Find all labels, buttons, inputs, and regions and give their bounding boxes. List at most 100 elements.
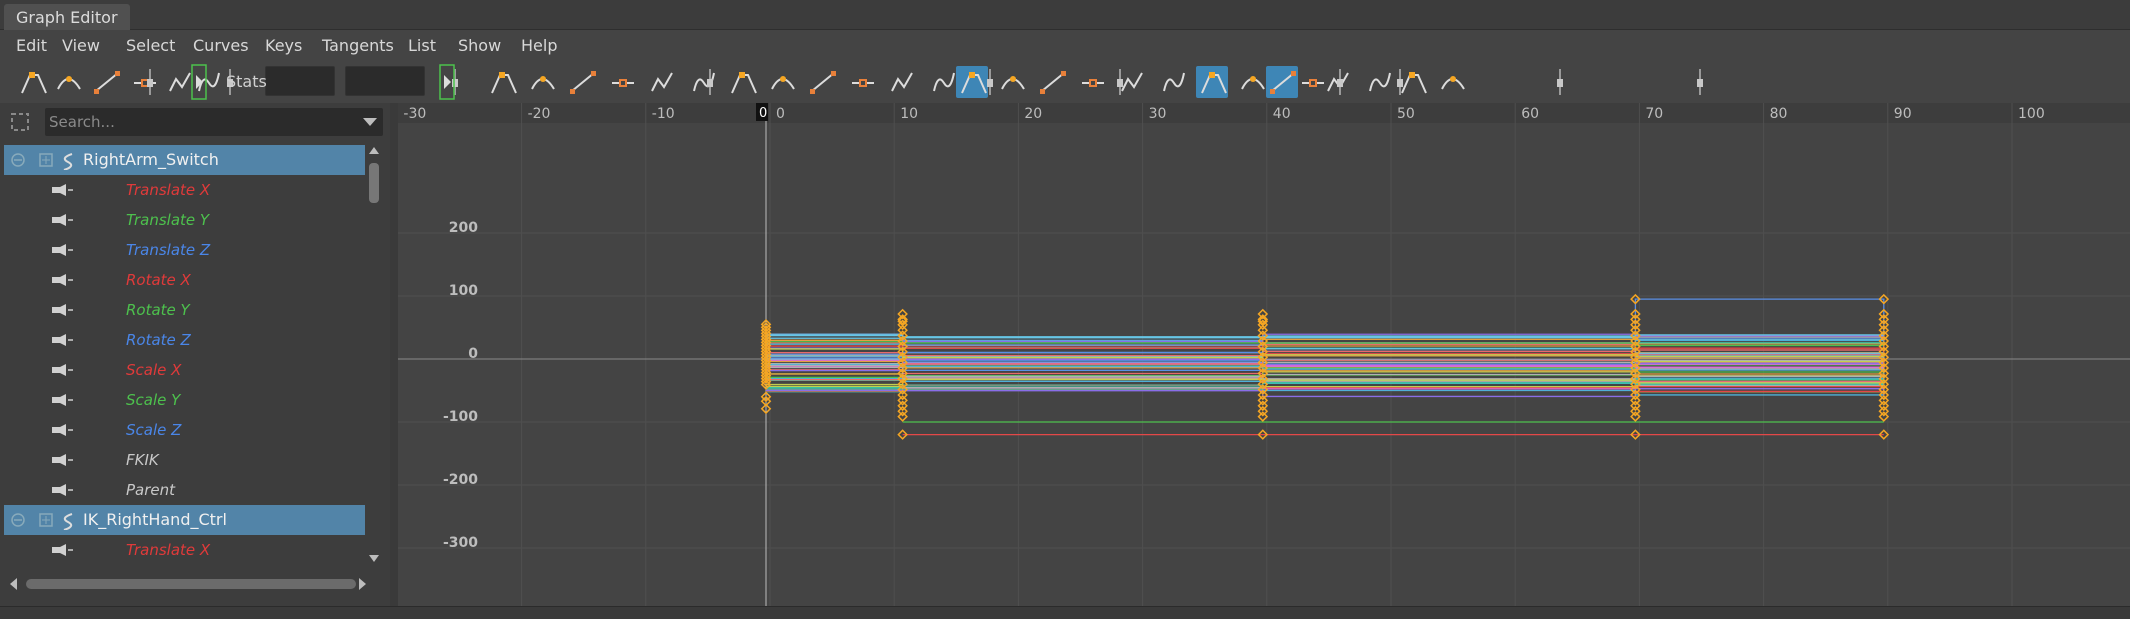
outliner-node[interactable]: IK_RightHand_Ctrl <box>4 505 365 535</box>
row-label: Scale X <box>126 361 182 379</box>
menu-edit[interactable]: Edit <box>16 36 47 55</box>
step-tangent-icon[interactable] <box>810 71 836 94</box>
menu-curves[interactable]: Curves <box>193 36 249 55</box>
row-label: Translate Z <box>126 241 211 259</box>
filter-icon[interactable] <box>8 110 34 134</box>
speaker-icon <box>52 364 73 376</box>
stats-label: Stats <box>226 72 267 91</box>
panel-splitter[interactable] <box>390 103 398 606</box>
move-nearest-picked-key-icon[interactable] <box>21 72 47 94</box>
denormalize-icon[interactable] <box>1302 79 1324 87</box>
menu-select[interactable]: Select <box>126 36 175 55</box>
frame-tick-label: 50 <box>1397 106 1415 122</box>
center-current-time-icon[interactable] <box>570 71 596 94</box>
value-tick-label: -200 <box>443 472 478 488</box>
retime-tool-icon[interactable] <box>169 72 191 92</box>
menu-list[interactable]: List <box>408 36 436 55</box>
frame-tick-label: 30 <box>1149 106 1167 122</box>
time-snap-icon[interactable] <box>1196 66 1228 98</box>
frame-all-icon[interactable] <box>491 72 517 94</box>
toolbar-separator <box>1337 69 1343 95</box>
frame-tick-label: 10 <box>900 106 918 122</box>
post-infinity-cycle-icon[interactable] <box>1369 72 1391 92</box>
chevron-down-icon[interactable] <box>363 118 377 128</box>
lattice-deform-keys-icon[interactable] <box>94 71 120 94</box>
play-toggle-icon[interactable] <box>191 64 207 100</box>
outliner-attribute[interactable]: FKIK <box>4 445 365 475</box>
tab-graph-editor[interactable]: Graph Editor <box>4 4 130 30</box>
frame-tick-label: -10 <box>652 106 675 122</box>
menu-bar: Edit View Select Curves Keys Tangents List Show… <box>0 31 2130 61</box>
play-toggle-icon[interactable] <box>439 64 455 100</box>
outliner-attribute[interactable]: Translate Z <box>4 235 365 265</box>
outliner-attribute[interactable]: Rotate Y <box>4 295 365 325</box>
auto-tangent-icon[interactable] <box>612 79 634 87</box>
insert-key-icon[interactable] <box>57 76 81 90</box>
curve-graph[interactable]: -30 -20 -10 0 10 20 30 40 50 60 70 80 90 1002001000-1… <box>396 103 2130 606</box>
outliner-attribute[interactable]: Translate X <box>4 535 365 565</box>
toolbar-separator <box>707 69 713 95</box>
value-snap-icon[interactable] <box>1241 76 1265 90</box>
normalize-icon[interactable] <box>1266 66 1298 98</box>
value-tick-label: -100 <box>443 409 478 425</box>
row-label: Translate X <box>126 181 211 199</box>
speaker-icon <box>52 214 73 226</box>
frame-tick-label: 80 <box>1770 106 1788 122</box>
menu-help[interactable]: Help <box>521 36 557 55</box>
speaker-icon <box>52 274 73 286</box>
outliner-vertical-scrollbar[interactable] <box>368 145 380 565</box>
unify-tangents-icon[interactable] <box>1082 79 1104 87</box>
spline-tangent-icon[interactable] <box>651 72 673 92</box>
stats-field-2[interactable] <box>345 66 425 96</box>
outliner-attribute[interactable]: Rotate X <box>4 265 365 295</box>
lock-tangent-weight-icon[interactable] <box>1163 72 1185 92</box>
search-placeholder: Search... <box>49 113 115 131</box>
buffer-curve-snapshot-icon[interactable] <box>956 66 988 98</box>
outliner-attribute[interactable]: Translate X <box>4 175 365 205</box>
row-label: RightArm_Switch <box>83 150 219 169</box>
row-label: Rotate Y <box>126 301 190 319</box>
search-input[interactable]: Search... <box>45 108 383 136</box>
out-tangent-icon[interactable] <box>933 72 955 92</box>
graph-view[interactable]: -30 -20 -10 0 10 20 30 40 50 60 70 80 90 100 200 100 0 -1… <box>396 103 2130 606</box>
stats-field-1[interactable] <box>265 66 335 96</box>
speaker-icon <box>52 244 73 256</box>
plateau-tangent-icon[interactable] <box>852 79 874 87</box>
menu-keys[interactable]: Keys <box>265 36 302 55</box>
row-label: Translate X <box>126 541 211 559</box>
toolbar-separator <box>1117 69 1123 95</box>
row-label: Translate Y <box>126 211 210 229</box>
outliner-node[interactable]: RightArm_Switch <box>4 145 365 175</box>
menu-show[interactable]: Show <box>458 36 501 55</box>
frame-playback-icon[interactable] <box>531 76 555 90</box>
pre-infinity-offset-icon[interactable] <box>1401 72 1427 94</box>
break-tangents-icon[interactable] <box>1040 71 1066 94</box>
in-tangent-icon[interactable] <box>891 72 913 92</box>
value-ruler <box>398 123 488 606</box>
row-label: FKIK <box>126 451 159 469</box>
outliner-attribute[interactable]: Scale X <box>4 355 365 385</box>
outliner-attribute[interactable]: Rotate Z <box>4 325 365 355</box>
row-label: Parent <box>126 481 176 499</box>
frame-tick-label: 40 <box>1273 106 1291 122</box>
menu-view[interactable]: View <box>62 36 100 55</box>
speaker-icon <box>52 424 73 436</box>
outliner-attribute[interactable]: Parent <box>4 475 365 505</box>
swap-buffer-curves-icon[interactable] <box>1001 76 1025 90</box>
outliner-attribute[interactable]: Scale Z <box>4 415 365 445</box>
outliner-horizontal-scrollbar[interactable] <box>8 575 368 593</box>
outliner-attribute[interactable]: Scale Y <box>4 385 365 415</box>
free-tangent-weight-icon[interactable] <box>1121 72 1143 92</box>
linear-tangent-icon[interactable] <box>731 72 757 94</box>
value-tick-label: 0 <box>468 346 478 362</box>
speaker-icon <box>52 334 73 346</box>
frame-tick-label: 20 <box>1024 106 1042 122</box>
menu-tangents[interactable]: Tangents <box>322 36 394 55</box>
value-tick-label: 100 <box>449 283 478 299</box>
outliner-attribute[interactable]: Translate Y <box>4 205 365 235</box>
frame-tick-label: 0 <box>776 106 785 122</box>
post-infinity-offset-icon[interactable] <box>1441 76 1465 90</box>
row-label: Rotate X <box>126 271 191 289</box>
flat-tangent-icon[interactable] <box>771 76 795 90</box>
toolbar-separator <box>1697 69 1703 95</box>
